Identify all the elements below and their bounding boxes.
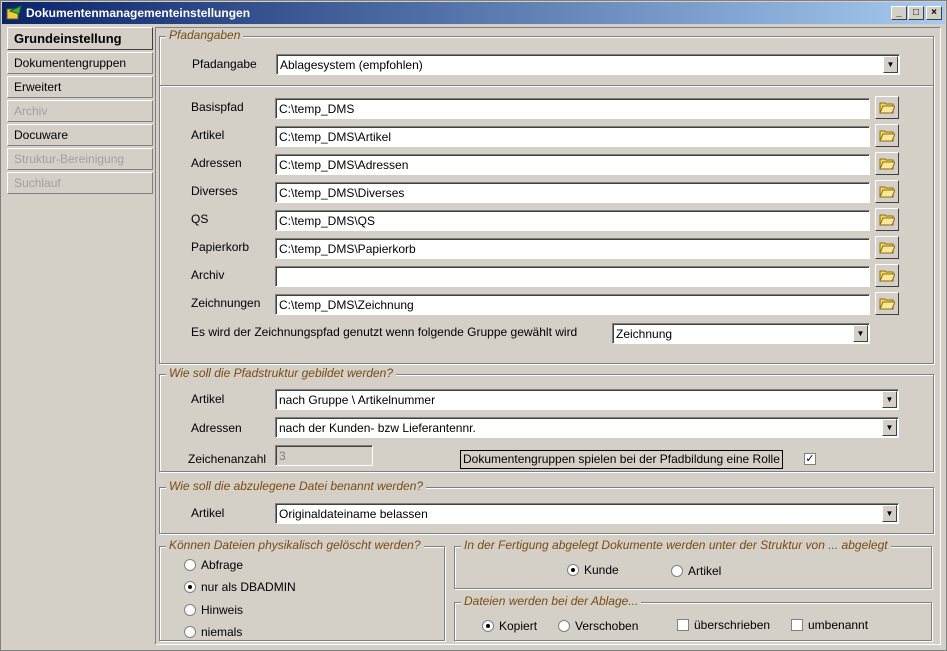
window-title: Dokumentenmanagementeinstellungen <box>26 6 251 20</box>
dokumentengruppen-rolle-label[interactable]: Dokumentengruppen spielen bei der Pfadbi… <box>460 450 783 469</box>
basispfad-browse-button[interactable] <box>875 96 899 119</box>
nav-item-dokumentengruppen[interactable]: Dokumentengruppen <box>7 52 153 74</box>
folder-icon <box>879 130 895 142</box>
kopiert-radio[interactable] <box>482 620 494 632</box>
chevron-down-icon[interactable]: ▼ <box>882 419 897 436</box>
umbenannt-label: umbenannt <box>808 618 869 632</box>
niemals-radio[interactable] <box>184 626 196 638</box>
qs-browse-button[interactable] <box>875 208 899 231</box>
struktur-adressen-select[interactable]: nach der Kunden- bzw Lieferantennr. ▼ <box>275 417 899 438</box>
folder-icon <box>879 298 895 310</box>
ueberschrieben-label: überschrieben <box>694 618 771 632</box>
qs-path-label: QS <box>191 212 209 226</box>
niemals-label: niemals <box>201 625 243 639</box>
close-button[interactable]: × <box>926 6 942 20</box>
hinweis-radio[interactable] <box>184 604 196 616</box>
dateiname-legend: Wie soll die abzulegene Datei benannt we… <box>166 479 427 493</box>
fertigung-artikel-radio[interactable] <box>671 565 683 577</box>
nav-item-struktur-bereinigung: Struktur-Bereinigung <box>7 148 153 170</box>
umbenannt-checkbox[interactable] <box>791 619 803 631</box>
dateiname-artikel-value: Originaldateiname belassen <box>279 507 428 521</box>
archiv-browse-button[interactable] <box>875 264 899 287</box>
pfadangaben-legend: Pfadangaben <box>166 28 244 42</box>
kunde-label: Kunde <box>584 563 619 577</box>
pfadstruktur-legend: Wie soll die Pfadstruktur gebildet werde… <box>166 366 397 380</box>
loeschen-legend: Können Dateien physikalisch gelöscht wer… <box>166 538 424 552</box>
papierkorb-path-input[interactable]: C:\temp_DMS\Papierkorb <box>275 238 870 259</box>
artikel-browse-button[interactable] <box>875 124 899 147</box>
nav-item-archiv: Archiv <box>7 100 153 122</box>
abfrage-label: Abfrage <box>201 558 244 572</box>
nav-item-suchlauf: Suchlauf <box>7 172 153 194</box>
basispfad-label: Basispfad <box>191 100 244 114</box>
hinweis-label: Hinweis <box>201 603 244 617</box>
dateiname-artikel-label: Artikel <box>191 506 225 520</box>
diverses-browse-button[interactable] <box>875 180 899 203</box>
adressen-path-input[interactable]: C:\temp_DMS\Adressen <box>275 154 870 175</box>
nav-item-docuware[interactable]: Docuware <box>7 124 153 146</box>
artikel-path-label: Artikel <box>191 128 225 142</box>
ablage-legend: Dateien werden bei der Ablage... <box>461 594 642 608</box>
dokumentengruppen-rolle-checkbox[interactable]: ✓ <box>804 453 816 465</box>
diverses-path-label: Diverses <box>191 184 238 198</box>
folder-icon <box>879 242 895 254</box>
folder-icon <box>879 102 895 114</box>
archiv-path-input[interactable] <box>275 266 870 287</box>
chevron-down-icon[interactable]: ▼ <box>882 505 897 522</box>
struktur-adressen-value: nach der Kunden- bzw Lieferantennr. <box>279 421 476 435</box>
fertigung-legend: In der Fertigung abgelegt Dokumente werd… <box>461 538 891 552</box>
folder-icon <box>879 186 895 198</box>
nav-item-grundeinstellung[interactable]: Grundeinstellung <box>7 27 153 50</box>
fertigung-artikel-label: Artikel <box>688 564 722 578</box>
dbadmin-label: nur als DBADMIN <box>201 580 296 594</box>
dateiname-artikel-select[interactable]: Originaldateiname belassen ▼ <box>275 503 899 524</box>
settings-window: Dokumentenmanagementeinstellungen _ □ × … <box>0 0 947 651</box>
struktur-artikel-label: Artikel <box>191 392 225 406</box>
abfrage-radio[interactable] <box>184 559 196 571</box>
basispfad-input[interactable]: C:\temp_DMS <box>275 98 870 119</box>
adressen-browse-button[interactable] <box>875 152 899 175</box>
zeichnungen-browse-button[interactable] <box>875 292 899 315</box>
chevron-down-icon[interactable]: ▼ <box>883 56 898 73</box>
chevron-down-icon[interactable]: ▼ <box>853 325 868 342</box>
ueberschrieben-checkbox[interactable] <box>677 619 689 631</box>
verschoben-radio[interactable] <box>558 620 570 632</box>
pfadangabe-label: Pfadangabe <box>192 57 257 71</box>
minimize-button[interactable]: _ <box>891 6 907 20</box>
title-bar[interactable]: Dokumentenmanagementeinstellungen _ □ × <box>2 2 945 24</box>
dbadmin-radio[interactable] <box>184 581 196 593</box>
papierkorb-path-label: Papierkorb <box>191 240 250 254</box>
sidebar-nav: Grundeinstellung Dokumentengruppen Erwei… <box>7 27 153 196</box>
maximize-button[interactable]: □ <box>908 6 924 20</box>
zeichnungspfad-value: Zeichnung <box>616 327 673 341</box>
diverses-path-input[interactable]: C:\temp_DMS\Diverses <box>275 182 870 203</box>
zeichenanzahl-label: Zeichenanzahl <box>188 452 267 466</box>
pfadangabe-select[interactable]: Ablagesystem (empfohlen) ▼ <box>276 54 900 75</box>
qs-path-input[interactable]: C:\temp_DMS\QS <box>275 210 870 231</box>
main-panel: Pfadangaben Pfadangabe Ablagesystem (emp… <box>155 27 941 645</box>
kopiert-label: Kopiert <box>499 619 538 633</box>
nav-item-erweitert[interactable]: Erweitert <box>7 76 153 98</box>
struktur-artikel-select[interactable]: nach Gruppe \ Artikelnummer ▼ <box>275 389 899 410</box>
struktur-artikel-value: nach Gruppe \ Artikelnummer <box>279 393 436 407</box>
adressen-path-label: Adressen <box>191 156 242 170</box>
zeichenanzahl-input: 3 <box>275 445 373 466</box>
zeichnungen-path-label: Zeichnungen <box>191 296 261 310</box>
divider <box>160 85 933 87</box>
zeichnungspfad-select[interactable]: Zeichnung ▼ <box>612 323 870 344</box>
kunde-radio[interactable] <box>567 564 579 576</box>
verschoben-label: Verschoben <box>575 619 639 633</box>
pfadangabe-value: Ablagesystem (empfohlen) <box>280 58 423 72</box>
folder-icon <box>879 214 895 226</box>
folder-icon <box>879 158 895 170</box>
archiv-path-label: Archiv <box>191 268 225 282</box>
chevron-down-icon[interactable]: ▼ <box>882 391 897 408</box>
papierkorb-browse-button[interactable] <box>875 236 899 259</box>
zeichnungen-path-input[interactable]: C:\temp_DMS\Zeichnung <box>275 294 870 315</box>
folder-icon <box>879 270 895 282</box>
struktur-adressen-label: Adressen <box>191 421 242 435</box>
app-icon <box>6 5 22 20</box>
artikel-path-input[interactable]: C:\temp_DMS\Artikel <box>275 126 870 147</box>
zeichnungspfad-label: Es wird der Zeichnungspfad genutzt wenn … <box>191 325 578 339</box>
